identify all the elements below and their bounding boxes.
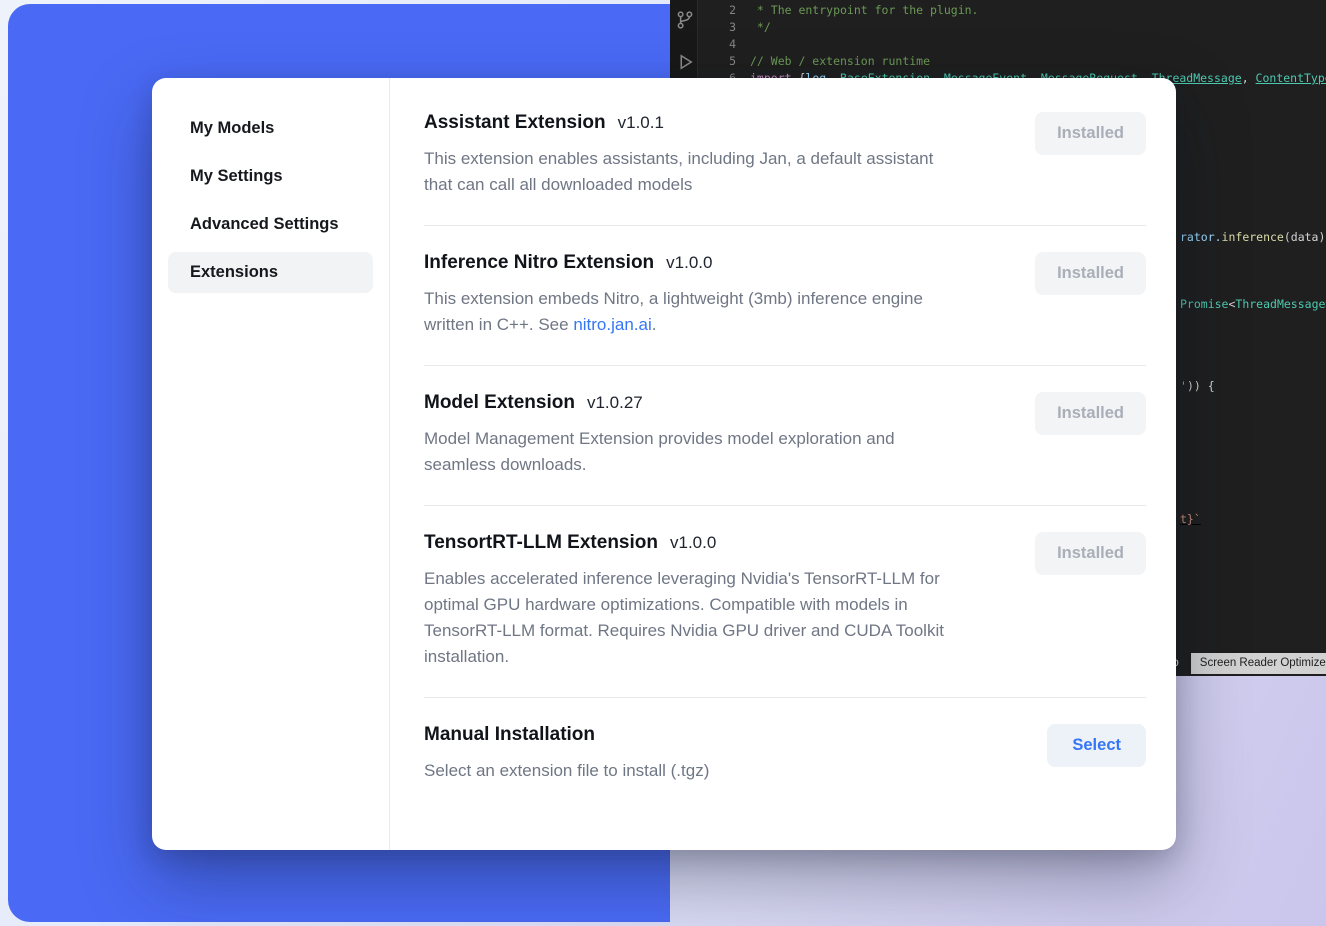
installed-button[interactable]: Installed (1035, 532, 1146, 575)
installed-button[interactable]: Installed (1035, 392, 1146, 435)
manual-installation-row: Manual Installation Select an extension … (424, 698, 1146, 814)
line-number: 3 (698, 19, 750, 36)
select-file-button[interactable]: Select (1047, 724, 1146, 767)
sidebar-item-my-models[interactable]: My Models (168, 108, 373, 149)
settings-modal: My Models My Settings Advanced Settings … (152, 78, 1176, 850)
line-number: 4 (698, 36, 750, 53)
extension-name: Assistant Extension (424, 112, 606, 133)
extension-description: This extension embeds Nitro, a lightweig… (424, 286, 923, 338)
code-text: // Web / extension runtime (750, 53, 930, 70)
installed-button[interactable]: Installed (1035, 112, 1146, 155)
installed-button[interactable]: Installed (1035, 252, 1146, 295)
extension-row-assistant: Assistant Extension v1.0.1 This extension… (424, 112, 1146, 226)
code-fragment: rator.inference(data)); (1180, 229, 1326, 246)
code-line: 2 * The entrypoint for the plugin. (698, 2, 1326, 19)
extension-row-inference-nitro: Inference Nitro Extension v1.0.0 This ext… (424, 226, 1146, 366)
nitro-jan-ai-link[interactable]: nitro.jan.ai (573, 315, 651, 334)
code-fragment: ')) { (1180, 378, 1215, 395)
source-control-icon[interactable] (675, 10, 695, 30)
run-debug-icon[interactable] (675, 52, 695, 72)
code-line: 4 (698, 36, 1326, 53)
extension-name: Model Extension (424, 392, 575, 413)
sidebar-item-advanced-settings[interactable]: Advanced Settings (168, 204, 373, 245)
extension-version: v1.0.1 (618, 113, 664, 132)
manual-installation-title: Manual Installation (424, 724, 595, 745)
extension-description: This extension enables assistants, inclu… (424, 146, 933, 198)
line-number: 5 (698, 53, 750, 70)
extension-row-tensorrt-llm: TensortRT-LLM Extension v1.0.0 Enables ac… (424, 506, 1146, 698)
screen-reader-message: Screen Reader Optimize (1191, 653, 1326, 674)
sidebar-item-extensions[interactable]: Extensions (168, 252, 373, 293)
code-text: * The entrypoint for the plugin. (750, 2, 978, 19)
editor-code-lines: 2 * The entrypoint for the plugin. 3 */ … (698, 2, 1326, 87)
extension-version: v1.0.0 (666, 253, 712, 272)
code-line: 3 */ (698, 19, 1326, 36)
extensions-panel: Assistant Extension v1.0.1 This extension… (390, 78, 1176, 850)
extension-name: TensortRT-LLM Extension (424, 532, 658, 553)
code-fragment: t}` (1180, 511, 1201, 528)
extension-description: Model Management Extension provides mode… (424, 426, 895, 478)
line-number: 2 (698, 2, 750, 19)
extension-version: v1.0.0 (670, 533, 716, 552)
screen-reader-toast: go Screen Reader Optimize (1166, 653, 1326, 674)
extension-name: Inference Nitro Extension (424, 252, 654, 273)
sidebar-item-my-settings[interactable]: My Settings (168, 156, 373, 197)
code-text: */ (750, 19, 771, 36)
code-fragment: Promise<ThreadMessage> (1180, 296, 1326, 313)
extension-row-model: Model Extension v1.0.27 Model Management … (424, 366, 1146, 506)
settings-sidebar: My Models My Settings Advanced Settings … (152, 78, 390, 850)
extension-version: v1.0.27 (587, 393, 643, 412)
code-line: 5 // Web / extension runtime (698, 53, 1326, 70)
extension-description: Enables accelerated inference leveraging… (424, 566, 944, 670)
manual-installation-description: Select an extension file to install (.tg… (424, 758, 709, 784)
